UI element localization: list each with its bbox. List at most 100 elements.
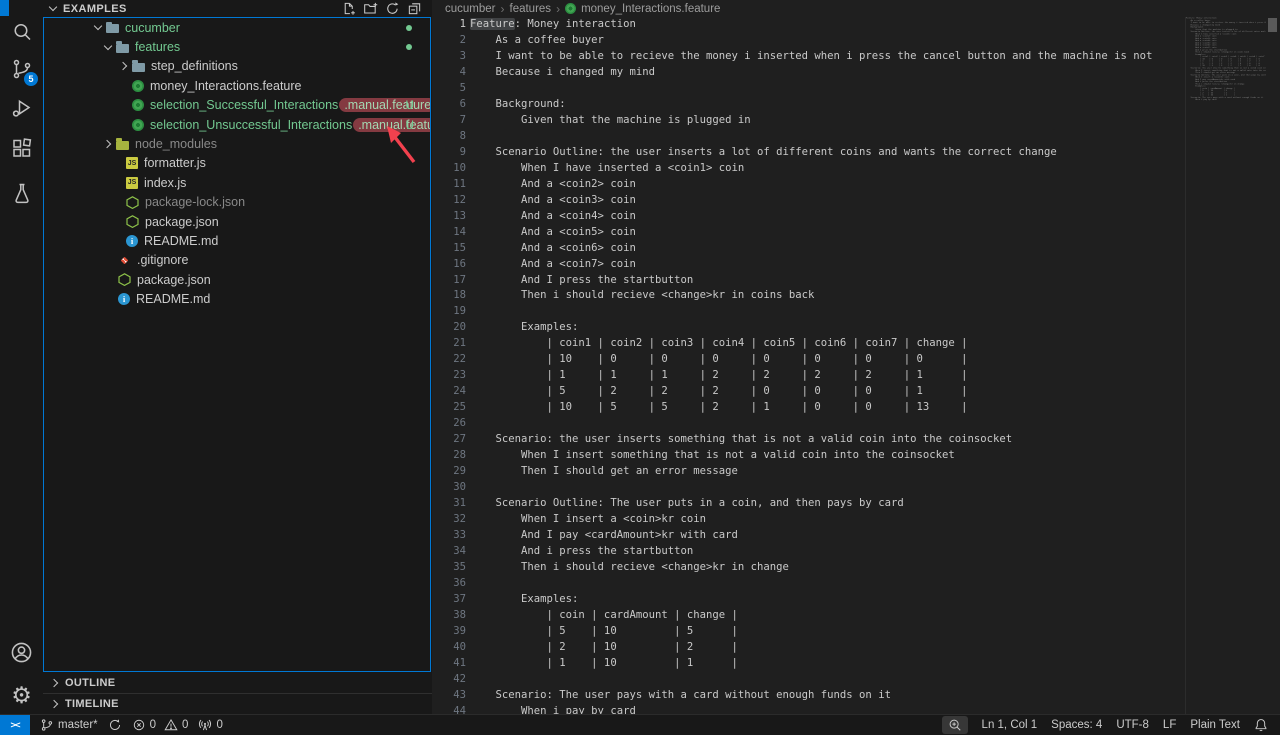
- code-line[interactable]: 25 | 10 | 5 | 5 | 2 | 1 | 0 | 0 | 13 |: [432, 400, 1280, 416]
- collapse-all-icon[interactable]: [406, 1, 422, 17]
- code-line[interactable]: 14 And a <coin5> coin: [432, 225, 1280, 241]
- code-area[interactable]: 1Feature: Money interaction2 As a coffee…: [432, 17, 1280, 714]
- tree-item[interactable]: step_definitions: [44, 57, 430, 76]
- code-line[interactable]: 16 And a <coin7> coin: [432, 257, 1280, 273]
- code-line[interactable]: 29 Then I should get an error message: [432, 464, 1280, 480]
- breadcrumb-folder[interactable]: cucumber: [445, 3, 496, 15]
- extensions-icon[interactable]: [0, 129, 43, 167]
- settings-gear-icon[interactable]: ⚙: [0, 676, 43, 714]
- code-line[interactable]: 3 I want to be able to recieve the money…: [432, 49, 1280, 65]
- outline-section-header[interactable]: OUTLINE: [43, 672, 432, 693]
- minimap[interactable]: Feature: Money interaction As a coffee b…: [1185, 17, 1266, 714]
- breadcrumb-folder[interactable]: features: [510, 3, 552, 15]
- code-line[interactable]: 10 When I have inserted a <coin1> coin: [432, 161, 1280, 177]
- new-folder-icon[interactable]: [362, 1, 378, 17]
- code-line[interactable]: 39 | 5 | 10 | 5 |: [432, 624, 1280, 640]
- code-line[interactable]: 23 | 1 | 1 | 1 | 2 | 2 | 2 | 2 | 1 |: [432, 368, 1280, 384]
- code-line[interactable]: 20 Examples:: [432, 320, 1280, 336]
- chevron-right-icon[interactable]: [102, 137, 116, 151]
- tree-item[interactable]: node_modules: [44, 134, 430, 153]
- code-line[interactable]: 27 Scenario: the user inserts something …: [432, 432, 1280, 448]
- tree-item[interactable]: cucumber: [44, 18, 430, 37]
- testing-icon[interactable]: [0, 174, 43, 212]
- code-line[interactable]: 44 When i pay by card: [432, 704, 1280, 714]
- tree-item[interactable]: selection_Successful_Interactions.manual…: [44, 96, 430, 115]
- tree-item[interactable]: package.json: [44, 212, 430, 231]
- code-line[interactable]: 11 And a <coin2> coin: [432, 177, 1280, 193]
- code-line[interactable]: 2 As a coffee buyer: [432, 33, 1280, 49]
- problems-status[interactable]: 0 0: [132, 718, 189, 732]
- encoding-status[interactable]: UTF-8: [1116, 719, 1149, 731]
- eol-status[interactable]: LF: [1163, 719, 1176, 731]
- new-file-icon[interactable]: [340, 1, 356, 17]
- accounts-icon[interactable]: [0, 633, 43, 671]
- sync-changes-button[interactable]: [108, 718, 122, 732]
- editor-scrollbar[interactable]: [1266, 17, 1280, 714]
- code-line[interactable]: 41 | 1 | 10 | 1 |: [432, 656, 1280, 672]
- code-line[interactable]: 42: [432, 672, 1280, 688]
- search-icon[interactable]: [0, 13, 43, 51]
- code-line[interactable]: 40 | 2 | 10 | 2 |: [432, 640, 1280, 656]
- chevron-down-icon[interactable]: [92, 21, 106, 35]
- code-line[interactable]: 13 And a <coin4> coin: [432, 209, 1280, 225]
- chevron-down-icon[interactable]: [102, 40, 116, 54]
- breadcrumb-file[interactable]: money_Interactions.feature: [581, 3, 720, 15]
- git-branch-status[interactable]: master*: [40, 718, 98, 732]
- tree-item[interactable]: iREADME.md: [44, 231, 430, 250]
- language-mode[interactable]: Plain Text: [1190, 719, 1240, 731]
- chevron-right-icon[interactable]: [118, 59, 132, 73]
- code-line-text: When I have inserted a <coin1> coin: [470, 161, 744, 177]
- code-line[interactable]: 28 When I insert something that is not a…: [432, 448, 1280, 464]
- code-line[interactable]: 22 | 10 | 0 | 0 | 0 | 0 | 0 | 0 | 0 |: [432, 352, 1280, 368]
- indentation-status[interactable]: Spaces: 4: [1051, 719, 1102, 731]
- code-line[interactable]: 32 When I insert a <coin>kr coin: [432, 512, 1280, 528]
- line-number: 38: [432, 608, 466, 624]
- code-line[interactable]: 38 | coin | cardAmount | change |: [432, 608, 1280, 624]
- code-line[interactable]: 21 | coin1 | coin2 | coin3 | coin4 | coi…: [432, 336, 1280, 352]
- code-line[interactable]: 31 Scenario Outline: The user puts in a …: [432, 496, 1280, 512]
- tree-item[interactable]: money_Interactions.feature: [44, 76, 430, 95]
- run-and-debug-icon[interactable]: [0, 89, 43, 127]
- code-line[interactable]: 34 And i press the startbutton: [432, 544, 1280, 560]
- tree-item[interactable]: iREADME.md: [44, 289, 430, 308]
- code-line[interactable]: 15 And a <coin6> coin: [432, 241, 1280, 257]
- code-line[interactable]: 17 And I press the startbutton: [432, 273, 1280, 289]
- code-line[interactable]: 30: [432, 480, 1280, 496]
- remote-indicator[interactable]: ><: [0, 715, 30, 735]
- code-line[interactable]: 35 Then i should recieve <change>kr in c…: [432, 560, 1280, 576]
- tree-item[interactable]: features: [44, 37, 430, 56]
- code-line-text: | 2 | 10 | 2 |: [470, 640, 738, 656]
- tree-item[interactable]: package.json: [44, 270, 430, 289]
- code-line[interactable]: 7 Given that the machine is plugged in: [432, 113, 1280, 129]
- tree-item[interactable]: JSindex.js: [44, 173, 430, 192]
- refresh-icon[interactable]: [384, 1, 400, 17]
- code-line[interactable]: 33 And I pay <cardAmount>kr with card: [432, 528, 1280, 544]
- source-control-icon[interactable]: 5: [0, 50, 43, 88]
- explorer-title: EXAMPLES: [63, 3, 127, 15]
- ports-status[interactable]: 0: [198, 718, 222, 732]
- code-line[interactable]: 18 Then i should recieve <change>kr in c…: [432, 288, 1280, 304]
- code-line[interactable]: 6 Background:: [432, 97, 1280, 113]
- zoom-indicator[interactable]: [942, 716, 968, 734]
- cursor-position[interactable]: Ln 1, Col 1: [982, 719, 1038, 731]
- code-line[interactable]: 12 And a <coin3> coin: [432, 193, 1280, 209]
- tree-item[interactable]: selection_Unsuccessful_Interactions.manu…: [44, 115, 430, 134]
- code-line[interactable]: 19: [432, 304, 1280, 320]
- tree-item[interactable]: .gitignore: [44, 251, 430, 270]
- code-line[interactable]: 36: [432, 576, 1280, 592]
- tree-item[interactable]: package-lock.json: [44, 193, 430, 212]
- code-line[interactable]: 37 Examples:: [432, 592, 1280, 608]
- explorer-section-header[interactable]: EXAMPLES: [43, 0, 432, 17]
- code-line[interactable]: 8: [432, 129, 1280, 145]
- code-line[interactable]: 26: [432, 416, 1280, 432]
- tree-item[interactable]: JSformatter.js: [44, 154, 430, 173]
- code-line[interactable]: 24 | 5 | 2 | 2 | 2 | 0 | 0 | 0 | 1 |: [432, 384, 1280, 400]
- code-line[interactable]: 43 Scenario: The user pays with a card w…: [432, 688, 1280, 704]
- timeline-section-header[interactable]: TIMELINE: [43, 693, 432, 714]
- code-line[interactable]: 9 Scenario Outline: the user inserts a l…: [432, 145, 1280, 161]
- scrollbar-slider[interactable]: [1268, 18, 1277, 32]
- code-line[interactable]: 1Feature: Money interaction: [432, 17, 1280, 33]
- code-line[interactable]: 5: [432, 81, 1280, 97]
- notifications-bell-icon[interactable]: [1254, 718, 1268, 732]
- code-line[interactable]: 4 Because i changed my mind: [432, 65, 1280, 81]
